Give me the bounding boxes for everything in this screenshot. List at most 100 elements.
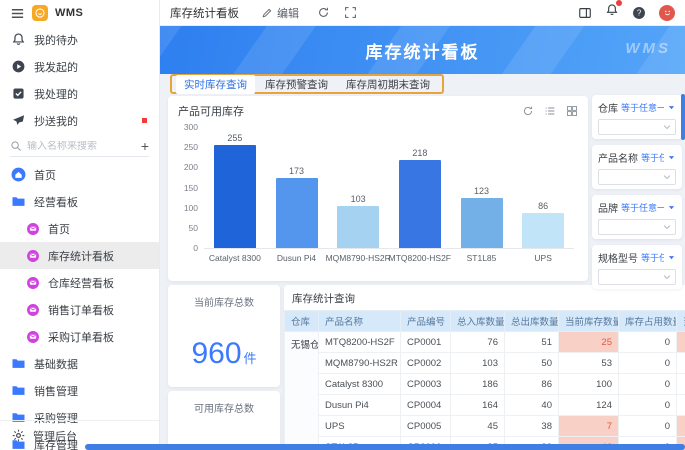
table-cell: 25 bbox=[559, 332, 619, 353]
sidebar-item-仓库经营看板[interactable]: 仓库经营看板 bbox=[0, 269, 159, 296]
brand-name: WMS bbox=[55, 7, 83, 19]
sidebar-item-抄送我的[interactable]: 抄送我的 bbox=[0, 107, 159, 134]
table-cell: CP0001 bbox=[401, 332, 451, 353]
sidebar-item-label: 首页 bbox=[48, 221, 70, 237]
chart-grid-icon[interactable] bbox=[566, 105, 578, 117]
folder-icon bbox=[11, 356, 26, 371]
bar-MQM8790-HS2R[interactable]: 103MQM8790-HS2R bbox=[337, 206, 379, 248]
bar-Catalyst 8300[interactable]: 255Catalyst 8300 bbox=[214, 145, 256, 248]
table-row[interactable]: 无锡仓MTQ8200-HS2FCP00017651250 bbox=[285, 332, 685, 353]
column-header-产品编号: 产品编号 bbox=[401, 311, 451, 332]
sidebar-item-我处理的[interactable]: 我处理的 bbox=[0, 80, 159, 107]
sidebar-item-我的待办[interactable]: 我的待办 bbox=[0, 26, 159, 53]
table-row[interactable]: Dusun Pi4CP0004164401240 bbox=[285, 395, 685, 416]
sidebar-item-首页[interactable]: 首页 bbox=[0, 161, 159, 188]
sidebar-item-label: 我处理的 bbox=[34, 86, 78, 102]
table-cell: CP0003 bbox=[401, 374, 451, 395]
bar-value-label: 86 bbox=[538, 201, 548, 211]
sidebar-item-我发起的[interactable]: 我发起的 bbox=[0, 53, 159, 80]
table-row[interactable]: UPSCP0005453870 bbox=[285, 416, 685, 437]
filter-label: 仓库 bbox=[598, 100, 618, 115]
sidebar-item-经营看板[interactable]: 经营看板 bbox=[0, 188, 159, 215]
logo-smile-icon bbox=[35, 8, 45, 18]
chat-icon bbox=[26, 222, 40, 236]
table-cell: 186 bbox=[451, 374, 505, 395]
search-input[interactable] bbox=[27, 141, 119, 152]
layout-panel-icon[interactable] bbox=[578, 6, 592, 20]
sidebar-header: WMS bbox=[0, 0, 159, 26]
sidebar-item-基础数据[interactable]: 基础数据 bbox=[0, 350, 159, 377]
bar-chart: 050100150200250300255Catalyst 8300173Dus… bbox=[204, 128, 574, 249]
filter-operator-link[interactable]: 等于任意一... bbox=[621, 101, 664, 114]
chart-title: 产品可用库存 bbox=[178, 103, 244, 119]
tab-库存周初期末查询[interactable]: 库存周初期末查询 bbox=[338, 75, 438, 94]
y-axis-tick: 0 bbox=[193, 243, 198, 253]
bar-ST1L85[interactable]: 123ST1L85 bbox=[461, 198, 503, 248]
bar-value-label: 103 bbox=[351, 194, 366, 204]
table-cell: 0 bbox=[619, 353, 677, 374]
filter-select[interactable] bbox=[598, 269, 676, 285]
banner-watermark: WMS bbox=[625, 40, 671, 57]
x-axis-category-label: Catalyst 8300 bbox=[209, 253, 261, 263]
y-axis-tick: 150 bbox=[184, 183, 198, 193]
bar-value-label: 173 bbox=[289, 166, 304, 176]
notification-badge bbox=[616, 0, 622, 6]
filter-operator-link[interactable]: 等于任... bbox=[641, 251, 664, 264]
filter-operator-link[interactable]: 等于任意一... bbox=[621, 201, 664, 214]
sidebar-item-销售管理[interactable]: 销售管理 bbox=[0, 377, 159, 404]
sidebar-item-首页[interactable]: 首页 bbox=[0, 215, 159, 242]
tab-实时库存查询[interactable]: 实时库存查询 bbox=[176, 75, 255, 94]
edit-label: 编辑 bbox=[277, 5, 299, 21]
chart-list-icon[interactable] bbox=[544, 105, 556, 117]
sidebar-item-label: 仓库经营看板 bbox=[48, 275, 114, 291]
hamburger-menu-icon[interactable] bbox=[10, 6, 25, 21]
stat-card-可用库存总数: 可用库存总数960件 bbox=[168, 391, 280, 450]
sidebar-item-label: 经营看板 bbox=[34, 194, 78, 210]
column-header-当前可用数量: 当前可用数量 bbox=[677, 311, 685, 332]
horizontal-scrollbar[interactable] bbox=[85, 444, 685, 450]
home-icon bbox=[11, 167, 26, 182]
x-axis-category-label: MTQ8200-HS2F bbox=[389, 253, 451, 263]
bar-MTQ8200-HS2F[interactable]: 218MTQ8200-HS2F bbox=[399, 160, 441, 248]
chart-refresh-icon[interactable] bbox=[522, 105, 534, 117]
chat-icon bbox=[26, 330, 40, 344]
edit-button[interactable]: 编辑 bbox=[261, 5, 299, 21]
topbar-tab-title[interactable]: 库存统计看板 bbox=[170, 5, 239, 21]
table-row[interactable]: Catalyst 8300CP0003186861000 bbox=[285, 374, 685, 395]
sidebar-item-销售订单看板[interactable]: 销售订单看板 bbox=[0, 296, 159, 323]
task-icon bbox=[11, 86, 26, 101]
avatar[interactable] bbox=[659, 5, 675, 21]
sidebar: WMS 我的待办我发起的我处理的抄送我的 + 首页经营看板首页库存统计看板仓库经… bbox=[0, 0, 160, 450]
help-icon[interactable]: ? bbox=[632, 6, 646, 20]
sidebar-item-label: 销售管理 bbox=[34, 383, 78, 399]
filter-card-仓库: 仓库等于任意一... bbox=[592, 95, 682, 139]
table-cell: 0 bbox=[619, 332, 677, 353]
table-row[interactable]: MQM8790-HS2RCP000210350530 bbox=[285, 353, 685, 374]
filter-select[interactable] bbox=[598, 119, 676, 135]
fullscreen-icon[interactable] bbox=[344, 6, 357, 19]
table-cell: Dusun Pi4 bbox=[319, 395, 401, 416]
sidebar-item-库存统计看板[interactable]: 库存统计看板 bbox=[0, 242, 159, 269]
y-axis-tick: 200 bbox=[184, 162, 198, 172]
filter-select[interactable] bbox=[598, 219, 676, 235]
bar-Dusun Pi4[interactable]: 173Dusun Pi4 bbox=[276, 178, 318, 248]
notification-bell[interactable] bbox=[605, 3, 619, 22]
table-cell: CP0004 bbox=[401, 395, 451, 416]
y-axis-tick: 50 bbox=[189, 223, 198, 233]
add-icon[interactable]: + bbox=[141, 141, 149, 151]
sidebar-quick-items: 我的待办我发起的我处理的抄送我的 bbox=[0, 26, 159, 134]
refresh-icon[interactable] bbox=[317, 6, 330, 19]
caret-down-icon bbox=[667, 203, 676, 212]
filter-operator-link[interactable]: 等于任... bbox=[641, 151, 664, 164]
filter-select[interactable] bbox=[598, 169, 676, 185]
table-cell: 164 bbox=[451, 395, 505, 416]
warehouse-cell: 无锡仓 bbox=[285, 332, 319, 450]
sidebar-item-label: 我的待办 bbox=[34, 32, 78, 48]
tab-库存预警查询[interactable]: 库存预警查询 bbox=[257, 75, 336, 94]
filter-card-规格型号: 规格型号等于任... bbox=[592, 245, 682, 289]
sidebar-item-采购订单看板[interactable]: 采购订单看板 bbox=[0, 323, 159, 350]
table-cell: 100 bbox=[559, 374, 619, 395]
bar-UPS[interactable]: 86UPS bbox=[522, 213, 564, 248]
vertical-scrollbar[interactable] bbox=[681, 94, 685, 140]
sidebar-item-label: 抄送我的 bbox=[34, 113, 78, 129]
